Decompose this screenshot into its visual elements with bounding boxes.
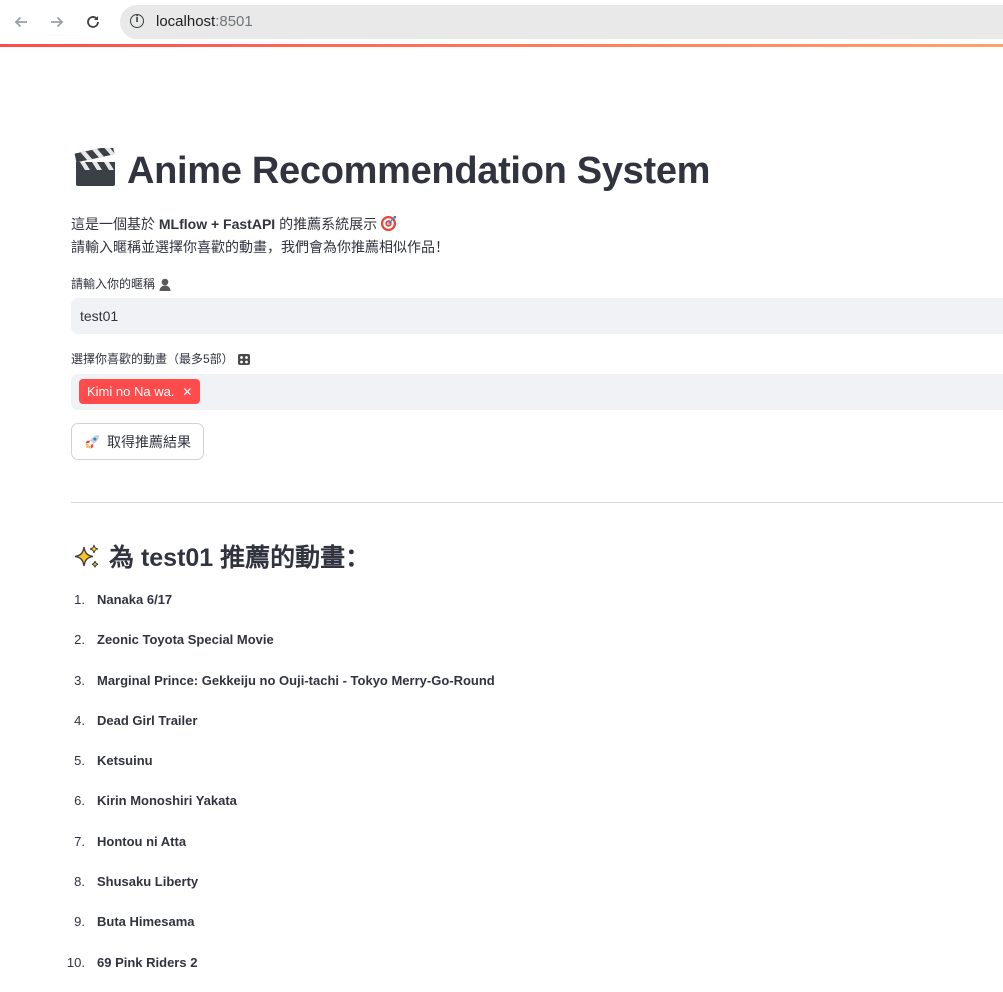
- recommendation-title: Buta Himesama: [97, 914, 195, 930]
- anime-multiselect[interactable]: Kimi no Na wa. ✕: [71, 374, 1003, 410]
- nickname-label: 請輸入你的暱稱: [71, 275, 172, 292]
- anime-select-label-text: 選擇你喜歡的動畫（最多5部）: [71, 352, 234, 366]
- app-header-accent: [0, 44, 1003, 47]
- recommendation-title: Zeonic Toyota Special Movie: [97, 632, 274, 648]
- recommendation-number: 8.: [74, 874, 85, 890]
- recommendation-title: Dead Girl Trailer: [97, 712, 198, 728]
- button-label: 取得推薦結果: [107, 433, 191, 450]
- recommendations-heading-text: 為 test01 推薦的動畫：: [109, 544, 371, 572]
- target-icon: [381, 215, 397, 232]
- remove-chip-icon[interactable]: ✕: [182, 385, 192, 399]
- rocket-icon: [85, 434, 100, 449]
- address-bar[interactable]: i localhost:8501: [120, 5, 1003, 39]
- recommendation-number: 10.: [66, 954, 85, 970]
- nickname-input[interactable]: [71, 298, 1003, 334]
- anime-select-label: 選擇你喜歡的動畫（最多5部）: [71, 350, 251, 367]
- url-port: :8501: [215, 13, 253, 30]
- recommendation-number: 3.: [74, 672, 85, 688]
- clapperboard-icon: [74, 148, 115, 186]
- reload-icon[interactable]: [81, 10, 105, 34]
- nickname-label-text: 請輸入你的暱稱: [71, 277, 156, 291]
- chip-label: Kimi no Na wa.: [87, 384, 175, 399]
- recommendation-title: Ketsuinu: [97, 753, 153, 769]
- person-icon: [159, 278, 171, 291]
- page-title: Anime Recommendation System: [74, 148, 710, 193]
- url-text: localhost:8501: [156, 13, 253, 30]
- recommendation-title: Shusaku Liberty: [97, 874, 199, 890]
- browser-toolbar: i localhost:8501: [0, 0, 1003, 44]
- recommendation-number: 5.: [74, 753, 85, 769]
- desc-suffix: 的推薦系統展示: [275, 216, 378, 232]
- recommendation-number: 1.: [74, 592, 85, 607]
- recommendation-title: Nanaka 6/17: [97, 592, 173, 607]
- site-info-icon[interactable]: i: [130, 14, 144, 28]
- section-divider: [71, 502, 1003, 503]
- forward-arrow-icon[interactable]: [45, 10, 69, 34]
- description-line-2: 請輸入暱稱並選擇你喜歡的動畫，我們會為你推薦相似作品！: [71, 239, 449, 255]
- recommendation-title: 69 Pink Riders 2: [97, 954, 198, 970]
- recommendation-title: Hontou ni Atta: [97, 833, 187, 849]
- get-recommendations-button[interactable]: 取得推薦結果: [71, 423, 204, 460]
- selected-anime-chip[interactable]: Kimi no Na wa. ✕: [79, 379, 201, 404]
- page-title-text: Anime Recommendation System: [127, 150, 711, 192]
- film-reel-icon: [237, 354, 250, 365]
- recommendation-title: Kirin Monoshiri Yakata: [97, 793, 237, 809]
- sparkles-icon: [74, 544, 99, 568]
- recommendation-number: 4.: [74, 712, 85, 728]
- recommendation-number: 6.: [74, 793, 85, 809]
- desc-prefix: 這是一個基於: [71, 216, 159, 232]
- description-line-1: 這是一個基於 MLflow + FastAPI 的推薦系統展示: [71, 213, 449, 236]
- desc-tech-stack: MLflow + FastAPI: [158, 216, 276, 232]
- recommendation-title: Marginal Prince: Gekkeiju no Ouji-tachi …: [97, 672, 495, 688]
- description: 這是一個基於 MLflow + FastAPI 的推薦系統展示 請輸入暱稱並選擇…: [71, 213, 449, 259]
- url-host: localhost: [156, 13, 216, 30]
- recommendation-number: 2.: [74, 632, 85, 648]
- recommendations-heading: 為 test01 推薦的動畫：: [73, 538, 370, 574]
- recommendation-number: 7.: [74, 833, 85, 849]
- recommendation-number: 9.: [74, 914, 85, 930]
- back-arrow-icon[interactable]: [9, 10, 33, 34]
